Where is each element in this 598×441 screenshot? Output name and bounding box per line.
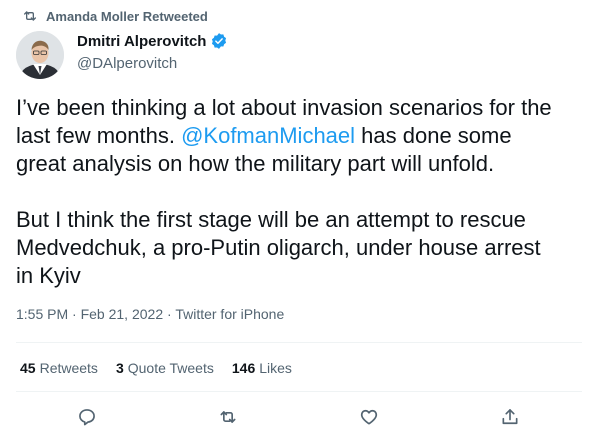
- meta-separator: ·: [167, 306, 172, 322]
- quote-tweets-stat[interactable]: 3 Quote Tweets: [116, 360, 214, 376]
- likes-count: 146: [231, 360, 256, 376]
- meta-separator: ·: [72, 306, 77, 322]
- tweet-time[interactable]: 1:55 PM: [16, 306, 68, 322]
- tweet-text: I’ve been thinking a lot about invasion …: [16, 94, 586, 290]
- author-display-name[interactable]: Dmitri Alperovitch: [77, 33, 206, 50]
- retweet-button[interactable]: [215, 404, 241, 430]
- retweets-stat[interactable]: 45 Retweets: [20, 360, 98, 376]
- tweet-line: has done some: [355, 123, 512, 148]
- share-button[interactable]: [497, 404, 523, 430]
- quote-tweets-count: 3: [115, 360, 124, 376]
- author-name-row: Dmitri Alperovitch: [77, 32, 228, 50]
- reply-icon: [79, 409, 95, 426]
- avatar-photo-icon: [16, 31, 64, 79]
- retweet-context-label: Amanda Moller Retweeted: [46, 8, 208, 24]
- tweet-line: last few months.: [16, 123, 182, 148]
- tweet-line: Medvedchuk, a pro-Putin oligarch, under …: [16, 235, 541, 260]
- quote-tweets-label: Quote Tweets: [127, 360, 214, 376]
- retweet-icon: [220, 411, 236, 423]
- tweet-source[interactable]: Twitter for iPhone: [175, 306, 284, 322]
- divider: [16, 342, 582, 343]
- avatar[interactable]: [16, 31, 64, 79]
- tweet-line: great analysis on how the military part …: [16, 151, 495, 176]
- author-block: Dmitri Alperovitch @DAlperovitch: [77, 32, 228, 72]
- tweet-line: I’ve been thinking a lot about invasion …: [16, 95, 552, 120]
- tweet: Amanda Moller Retweeted Dmitri Alperovit…: [0, 0, 598, 441]
- tweet-meta: 1:55 PM · Feb 21, 2022 · Twitter for iPh…: [16, 306, 284, 322]
- tweet-line: But I think the first stage will be an a…: [16, 207, 526, 232]
- retweets-label: Retweets: [39, 360, 98, 376]
- verified-badge-icon: [212, 33, 227, 49]
- retweet-context[interactable]: Amanda Moller Retweeted: [22, 8, 208, 24]
- share-icon: [502, 409, 518, 425]
- retweets-count: 45: [20, 360, 36, 376]
- tweet-date[interactable]: Feb 21, 2022: [81, 306, 164, 322]
- mention-link[interactable]: @KofmanMichael: [181, 123, 355, 148]
- tweet-line: in Kyiv: [16, 263, 81, 288]
- action-bar: [0, 404, 598, 430]
- likes-stat[interactable]: 146 Likes: [232, 360, 292, 376]
- reply-button[interactable]: [74, 404, 100, 430]
- heart-icon: [360, 409, 378, 425]
- tweet-stats: 45 Retweets 3 Quote Tweets 146 Likes: [20, 360, 292, 376]
- likes-label: Likes: [259, 360, 292, 376]
- like-button[interactable]: [356, 404, 382, 430]
- retweet-icon: [24, 11, 36, 21]
- divider: [16, 391, 582, 392]
- author-handle[interactable]: @DAlperovitch: [77, 55, 228, 72]
